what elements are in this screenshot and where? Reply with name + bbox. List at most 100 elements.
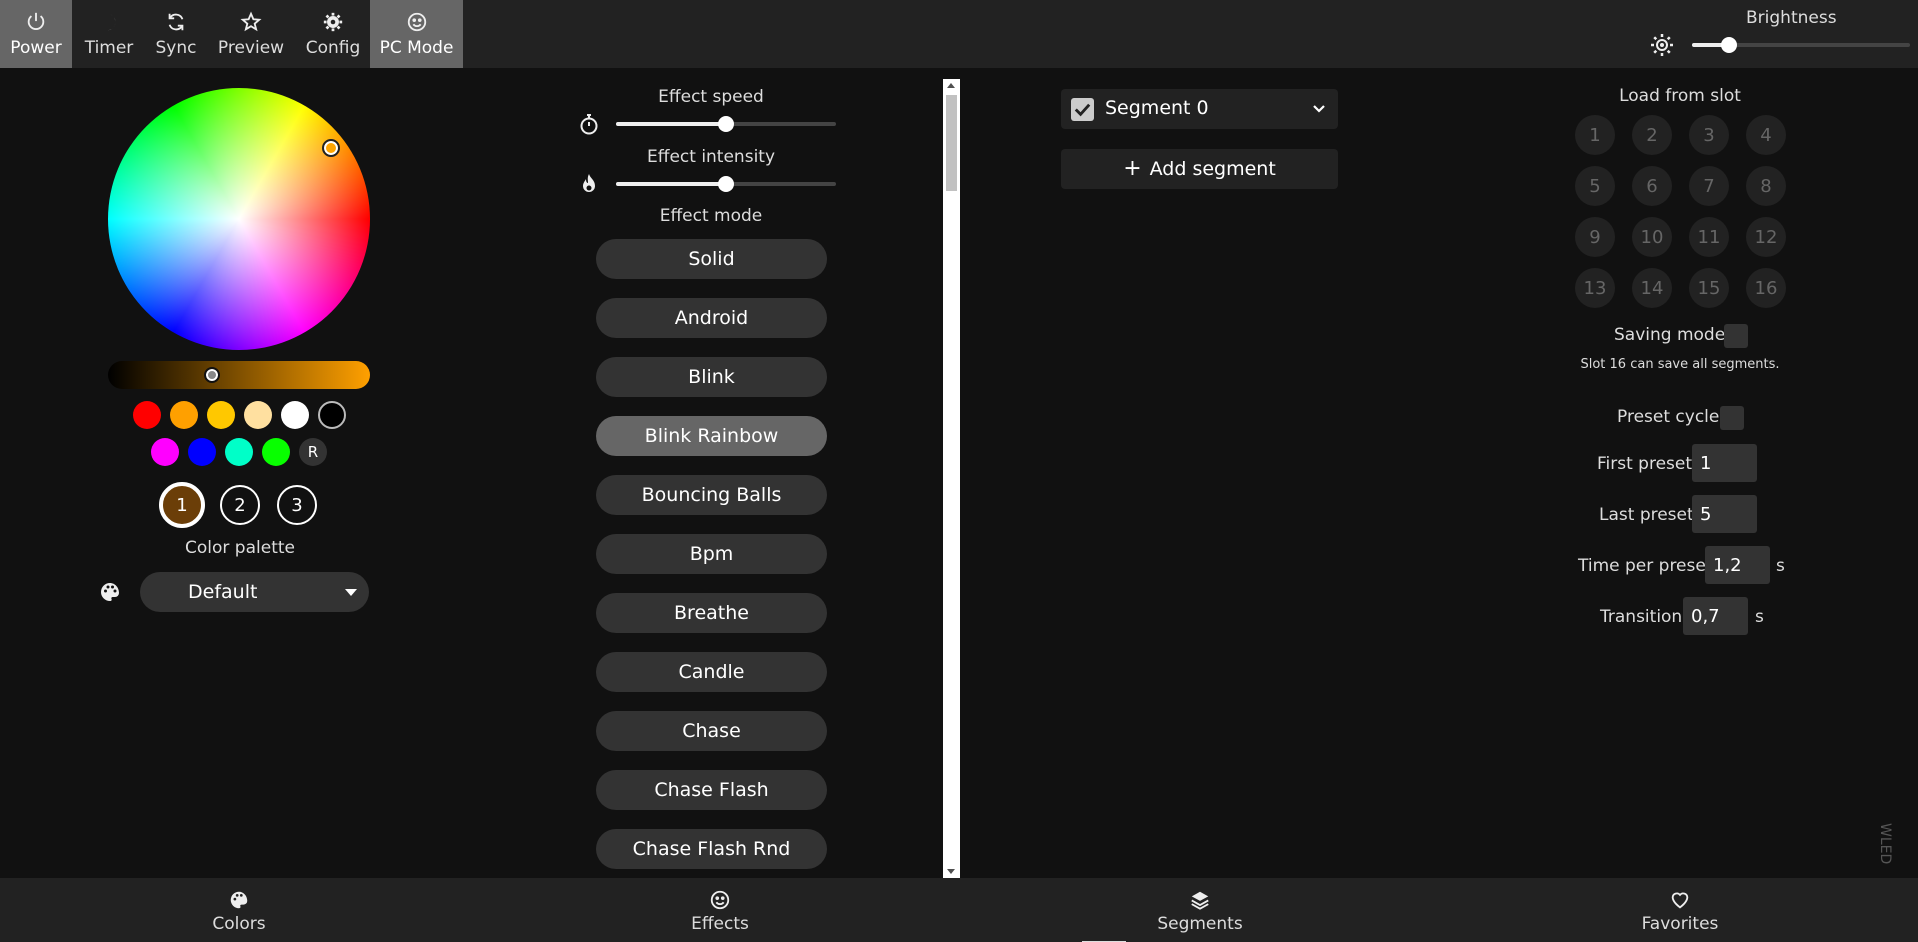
brightness-slider[interactable]: [1692, 37, 1910, 53]
sync-icon: [165, 10, 187, 34]
palette-icon: [98, 580, 122, 604]
value-slider[interactable]: [108, 361, 370, 389]
nav-favorites[interactable]: Favorites: [1570, 878, 1790, 942]
color-slot-2[interactable]: 2: [220, 485, 260, 525]
effect-speed-knob[interactable]: [718, 116, 734, 132]
segment-checkbox[interactable]: [1071, 98, 1094, 121]
preset-slot-13[interactable]: 13: [1575, 268, 1615, 308]
effect-intensity-slider[interactable]: [616, 176, 836, 192]
heart-icon: [1669, 888, 1691, 912]
config-button[interactable]: Config: [296, 0, 370, 68]
preset-slot-7[interactable]: 7: [1689, 166, 1729, 206]
effect-intensity-knob[interactable]: [718, 176, 734, 192]
color-wheel-handle[interactable]: [322, 139, 340, 157]
layers-icon: [1189, 888, 1211, 912]
power-icon: [25, 10, 47, 34]
effect-speed-slider[interactable]: [616, 116, 836, 132]
effect-mode-solid[interactable]: Solid: [596, 239, 827, 279]
scroll-down-arrow[interactable]: [947, 869, 955, 874]
color-palette-label: Color palette: [185, 538, 295, 558]
first-preset-input[interactable]: [1692, 444, 1757, 482]
quick-color-blue[interactable]: [188, 438, 216, 466]
nav-segments[interactable]: Segments: [1090, 878, 1310, 942]
preset-slot-9[interactable]: 9: [1575, 217, 1615, 257]
quick-color-magenta[interactable]: [151, 438, 179, 466]
effect-intensity-fill: [616, 182, 726, 186]
preset-slot-16[interactable]: 16: [1746, 268, 1786, 308]
effect-mode-chase-flash-rnd[interactable]: Chase Flash Rnd: [596, 829, 827, 869]
color-slot-1[interactable]: 1: [159, 482, 205, 528]
load-from-slot-label: Load from slot: [1619, 86, 1741, 106]
effect-mode-chase-flash[interactable]: Chase Flash: [596, 770, 827, 810]
quick-color-white[interactable]: [281, 401, 309, 429]
sync-button[interactable]: Sync: [146, 0, 206, 68]
quick-color-black[interactable]: [318, 401, 346, 429]
effect-mode-breathe[interactable]: Breathe: [596, 593, 827, 633]
pc-mode-label: PC Mode: [379, 38, 454, 58]
palette-icon: [228, 888, 250, 912]
quick-color-warm-white[interactable]: [244, 401, 272, 429]
effect-mode-bpm[interactable]: Bpm: [596, 534, 827, 574]
effects-scrollbar[interactable]: [943, 79, 960, 880]
brightness-knob[interactable]: [1721, 37, 1738, 53]
add-segment-label: Add segment: [1149, 158, 1276, 180]
scroll-thumb[interactable]: [946, 95, 957, 191]
brightness-label: Brightness: [1746, 8, 1837, 28]
saving-mode-checkbox[interactable]: [1724, 324, 1748, 348]
nav-colors[interactable]: Colors: [129, 878, 349, 942]
preset-slot-1[interactable]: 1: [1575, 115, 1615, 155]
quick-color-orange[interactable]: [170, 401, 198, 429]
transition-input[interactable]: [1683, 597, 1748, 635]
power-label: Power: [10, 38, 62, 58]
preset-slot-14[interactable]: 14: [1632, 268, 1672, 308]
chevron-down-icon: [345, 589, 357, 596]
preset-slot-10[interactable]: 10: [1632, 217, 1672, 257]
color-palette-select[interactable]: Default: [140, 572, 369, 612]
chevron-down-icon[interactable]: [1311, 101, 1327, 117]
timer-button[interactable]: Timer: [72, 0, 146, 68]
preset-slot-6[interactable]: 6: [1632, 166, 1672, 206]
color-slot-3[interactable]: 3: [277, 485, 317, 525]
add-segment-button[interactable]: + Add segment: [1061, 149, 1338, 189]
effect-mode-blink-rainbow[interactable]: Blink Rainbow: [596, 416, 827, 456]
quick-color-cyan[interactable]: [225, 438, 253, 466]
pc-mode-button[interactable]: PC Mode: [370, 0, 463, 68]
top-bar: Power Timer Sync Preview Config PC Mode …: [0, 0, 1918, 68]
preset-slot-2[interactable]: 2: [1632, 115, 1672, 155]
effect-mode-android[interactable]: Android: [596, 298, 827, 338]
preset-slot-11[interactable]: 11: [1689, 217, 1729, 257]
value-slider-knob[interactable]: [204, 367, 220, 383]
quick-color-red[interactable]: [133, 401, 161, 429]
preset-slot-5[interactable]: 5: [1575, 166, 1615, 206]
preset-slot-4[interactable]: 4: [1746, 115, 1786, 155]
effect-speed-fill: [616, 122, 726, 126]
color-wheel[interactable]: [108, 88, 370, 350]
effect-mode-bouncing-balls[interactable]: Bouncing Balls: [596, 475, 827, 515]
preset-slot-8[interactable]: 8: [1746, 166, 1786, 206]
effect-mode-blink[interactable]: Blink: [596, 357, 827, 397]
preset-cycle-checkbox[interactable]: [1720, 406, 1744, 430]
preset-slot-15[interactable]: 15: [1689, 268, 1729, 308]
bottom-nav: Colors Effects Segments Favorites: [0, 878, 1918, 942]
time-per-preset-input[interactable]: [1705, 546, 1770, 584]
preset-slot-12[interactable]: 12: [1746, 217, 1786, 257]
smiley-icon: [406, 10, 428, 34]
transition-label: Transition:: [1600, 607, 1688, 627]
random-color-button[interactable]: R: [299, 438, 327, 466]
nav-effects[interactable]: Effects: [610, 878, 830, 942]
scroll-up-arrow[interactable]: [947, 83, 955, 88]
effect-mode-chase[interactable]: Chase: [596, 711, 827, 751]
power-button[interactable]: Power: [0, 0, 72, 68]
quick-color-amber[interactable]: [207, 401, 235, 429]
preview-button[interactable]: Preview: [206, 0, 296, 68]
segment-card[interactable]: Segment 0: [1061, 89, 1338, 129]
last-preset-label: Last preset:: [1599, 505, 1700, 525]
quick-color-green[interactable]: [262, 438, 290, 466]
wled-watermark: WLED: [1877, 823, 1893, 865]
effect-mode-candle[interactable]: Candle: [596, 652, 827, 692]
last-preset-input[interactable]: [1692, 495, 1757, 533]
preset-slot-3[interactable]: 3: [1689, 115, 1729, 155]
sync-label: Sync: [155, 38, 197, 58]
nav-favorites-label: Favorites: [1641, 914, 1719, 934]
brightness-icon: [1650, 33, 1674, 57]
